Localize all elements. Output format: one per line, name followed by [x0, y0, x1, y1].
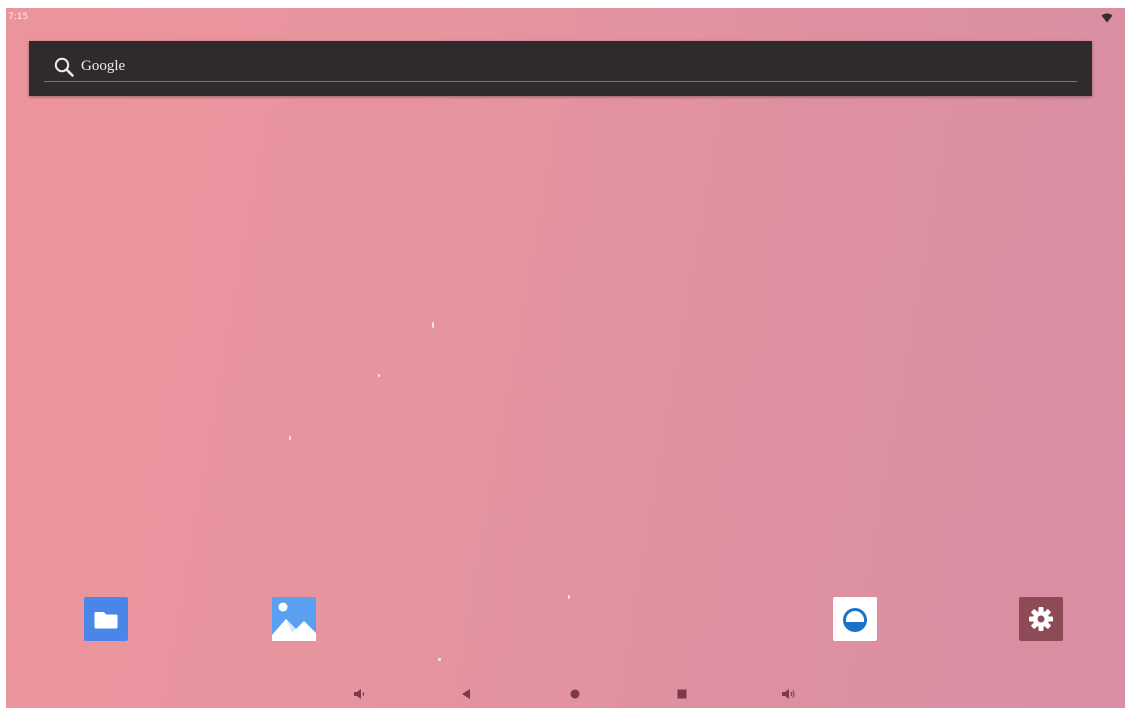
home-icon[interactable] — [567, 686, 583, 702]
vpn-icon — [833, 597, 877, 641]
wifi-icon — [1101, 13, 1113, 23]
wallpaper-speck — [432, 322, 434, 328]
google-search-bar[interactable]: Google — [29, 41, 1092, 96]
settings-app-icon[interactable] — [1019, 597, 1063, 641]
folder-icon — [84, 597, 128, 641]
recents-icon[interactable] — [674, 686, 690, 702]
back-icon[interactable] — [458, 686, 474, 702]
wallpaper-speck — [438, 658, 441, 661]
wallpaper-speck — [568, 595, 570, 599]
files-app-icon[interactable] — [84, 597, 128, 641]
home-screen: 7:15 Google — [6, 8, 1125, 708]
status-bar: 7:15 — [6, 8, 1125, 28]
wallpaper-speck — [289, 436, 291, 440]
navigation-bar — [6, 680, 1125, 708]
volume-down-icon[interactable] — [351, 686, 367, 702]
search-label: Google — [81, 58, 126, 74]
image-icon — [272, 597, 316, 641]
volume-up-icon[interactable] — [780, 686, 796, 702]
status-time: 7:15 — [8, 12, 29, 22]
search-underline — [44, 81, 1077, 82]
wallpaper-speck — [378, 374, 380, 377]
gallery-app-icon[interactable] — [272, 597, 316, 641]
vpn-app-icon[interactable] — [833, 597, 877, 641]
gear-icon — [1019, 597, 1063, 641]
search-icon — [54, 57, 74, 77]
